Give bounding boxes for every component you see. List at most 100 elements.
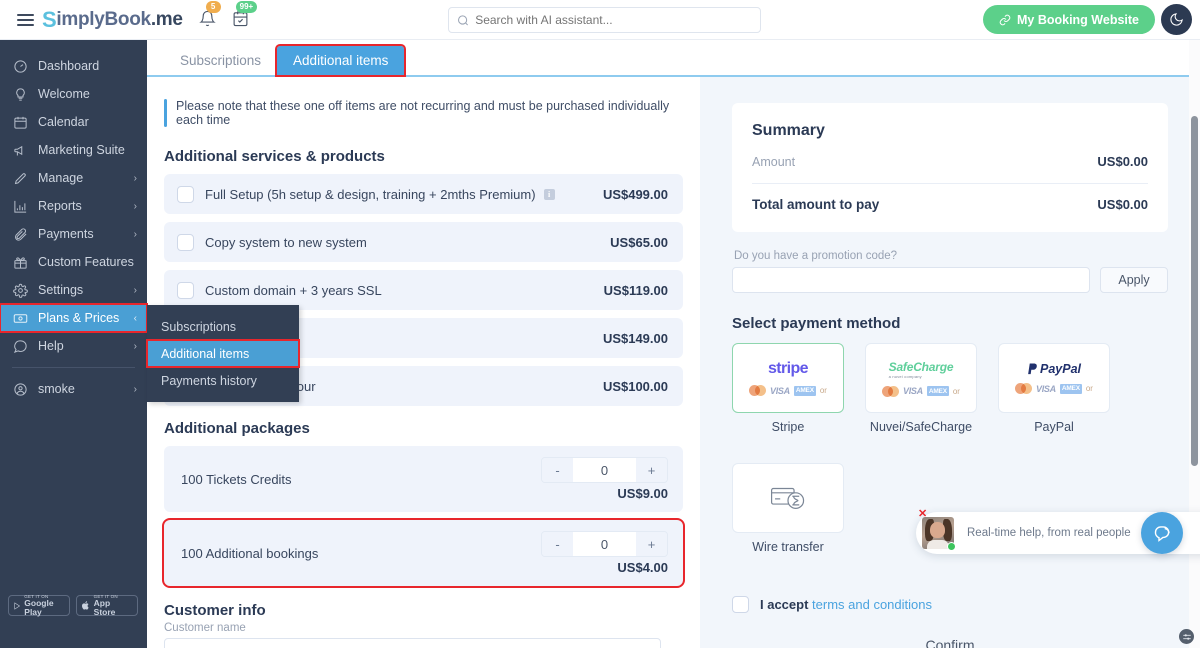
pencil-icon	[12, 171, 29, 186]
payment-method-wire-transfer[interactable]: Wire transfer	[732, 463, 844, 554]
tab-subscriptions[interactable]: Subscriptions	[164, 46, 277, 75]
service-price: US$499.00	[602, 186, 668, 202]
summary-title: Summary	[752, 122, 825, 139]
service-price: US$149.00	[602, 330, 668, 346]
apply-promo-button[interactable]: Apply	[1100, 267, 1168, 293]
confirm-button[interactable]: Confirm	[732, 637, 1168, 648]
sidebar-item-reports[interactable]: Reports ›	[0, 192, 147, 220]
sidebar-item-manage[interactable]: Manage ›	[0, 164, 147, 192]
accessibility-widget-button[interactable]	[1179, 629, 1194, 644]
service-row[interactable]: Custom domain + 3 years SSL US$119.00	[164, 270, 683, 310]
service-row[interactable]: Full Setup (5h setup & design, training …	[164, 174, 683, 214]
summary-total-label: Total amount to pay	[752, 197, 880, 212]
quantity-value[interactable]: 0	[573, 458, 636, 482]
sidebar-item-settings[interactable]: Settings ›	[0, 276, 147, 304]
calendar-badge: 99+	[235, 0, 258, 13]
notifications-bell[interactable]: 5	[198, 0, 221, 30]
payment-method-paypal[interactable]: PayPal VISA AMEX or PayPal	[998, 343, 1110, 434]
payment-method-title: Select payment method	[732, 315, 901, 332]
sidebar-item-help[interactable]: Help ›	[0, 332, 147, 360]
quantity-stepper[interactable]: - 0 +	[541, 457, 668, 483]
info-icon[interactable]: i	[543, 188, 555, 200]
chevron-right-icon: ›	[133, 340, 137, 352]
payment-card-wire-transfer[interactable]	[732, 463, 844, 533]
increment-button[interactable]: +	[636, 532, 667, 556]
quantity-stepper[interactable]: - 0 +	[541, 531, 668, 557]
service-checkbox[interactable]	[177, 233, 194, 251]
quantity-value[interactable]: 0	[573, 532, 636, 556]
terms-and-conditions-link[interactable]: terms and conditions	[812, 597, 932, 612]
payment-caption-paypal: PayPal	[1034, 420, 1074, 434]
payment-method-safecharge[interactable]: SafeCharge a nuvei company VISA AMEX or …	[865, 343, 977, 434]
decrement-button[interactable]: -	[542, 458, 573, 482]
bell-badge: 5	[205, 0, 221, 13]
sidebar-item-plans-and-prices[interactable]: Plans & Prices ‹	[0, 303, 148, 333]
packages-section-title: Additional packages	[164, 420, 310, 437]
submenu-item-subscriptions[interactable]: Subscriptions	[147, 313, 299, 340]
menu-toggle-icon[interactable]	[8, 13, 42, 26]
visa-icon: VISA	[770, 385, 790, 396]
notice-banner: Please note that these one off items are…	[164, 99, 683, 127]
customer-name-input[interactable]	[164, 638, 661, 648]
sidebar-item-user[interactable]: smoke ›	[0, 375, 147, 403]
service-checkbox[interactable]	[177, 281, 194, 299]
google-play-icon	[14, 601, 21, 610]
dark-mode-toggle[interactable]	[1161, 4, 1192, 35]
payment-caption-stripe: Stripe	[771, 420, 805, 434]
app-store-badge[interactable]: GET IT ON App Store	[76, 594, 138, 616]
card-brands: VISA AMEX or	[749, 385, 827, 396]
brand-logo-part1: implyBook	[56, 8, 151, 30]
sidebar-item-custom-features[interactable]: Custom Features	[0, 248, 147, 276]
service-checkbox[interactable]	[177, 185, 194, 203]
apple-icon	[82, 601, 89, 610]
terms-prefix: I accept	[760, 597, 813, 612]
stripe-logo: stripe	[768, 360, 809, 377]
amex-icon: AMEX	[926, 386, 949, 396]
increment-button[interactable]: +	[636, 458, 667, 482]
payment-card-paypal[interactable]: PayPal VISA AMEX or	[998, 343, 1110, 413]
top-header: SimplyBook.me 5 99+ My Booking	[0, 0, 1200, 40]
decrement-button[interactable]: -	[542, 532, 573, 556]
chat-launcher-button[interactable]	[1141, 512, 1183, 554]
sidebar-item-dashboard[interactable]: Dashboard	[0, 52, 147, 80]
package-row[interactable]: 100 Additional bookings - 0 + US$4.00	[162, 518, 685, 588]
gift-icon	[12, 255, 29, 270]
mastercard-icon	[882, 385, 900, 397]
notice-accent-bar	[164, 99, 167, 127]
card-brands: VISA AMEX or	[882, 385, 960, 397]
tasks-calendar[interactable]: 99+	[232, 0, 258, 30]
sidebar-label-user: smoke	[38, 382, 75, 396]
sidebar-label-plans-and-prices: Plans & Prices	[38, 311, 120, 325]
main-content: Subscriptions Additional items Please no…	[147, 40, 1200, 648]
sidebar-item-marketing-suite[interactable]: Marketing Suite	[0, 136, 147, 164]
search-bar[interactable]	[448, 7, 761, 33]
promo-code-row: Apply	[732, 267, 1168, 293]
brand-logo[interactable]: SimplyBook .me	[42, 7, 183, 33]
submenu-item-additional-items[interactable]: Additional items	[146, 339, 300, 368]
sidebar-item-payments[interactable]: Payments ›	[0, 220, 147, 248]
sidebar-item-welcome[interactable]: Welcome	[0, 80, 147, 108]
payment-card-safecharge[interactable]: SafeCharge a nuvei company VISA AMEX or	[865, 343, 977, 413]
submenu-item-payments-history[interactable]: Payments history	[147, 367, 299, 394]
mastercard-icon	[749, 385, 767, 396]
terms-checkbox[interactable]	[732, 596, 749, 613]
promo-code-input[interactable]	[732, 267, 1090, 293]
bulb-icon	[12, 87, 29, 102]
scrollbar-thumb[interactable]	[1191, 116, 1198, 466]
search-input[interactable]	[475, 13, 752, 27]
payment-method-stripe[interactable]: stripe VISA AMEX or Stripe	[732, 343, 844, 434]
payment-card-stripe[interactable]: stripe VISA AMEX or	[732, 343, 844, 413]
service-name: Full Setup (5h setup & design, training …	[205, 186, 536, 202]
more-cards-label: or	[952, 386, 960, 396]
content-panes: Please note that these one off items are…	[147, 77, 1200, 648]
google-play-badge[interactable]: GET IT ON Google Play	[8, 594, 70, 616]
right-pane: Summary Amount US$0.00 Total amount to p…	[700, 77, 1200, 648]
sidebar-label-welcome: Welcome	[38, 87, 90, 101]
more-cards-label: or	[1085, 384, 1093, 393]
sidebar-item-calendar[interactable]: Calendar	[0, 108, 147, 136]
service-row[interactable]: Copy system to new system US$65.00	[164, 222, 683, 262]
my-booking-website-button[interactable]: My Booking Website	[982, 5, 1155, 34]
package-row[interactable]: 100 Tickets Credits - 0 + US$9.00	[164, 446, 683, 512]
chevron-left-icon: ‹	[133, 312, 137, 324]
tab-additional-items[interactable]: Additional items	[275, 44, 407, 77]
